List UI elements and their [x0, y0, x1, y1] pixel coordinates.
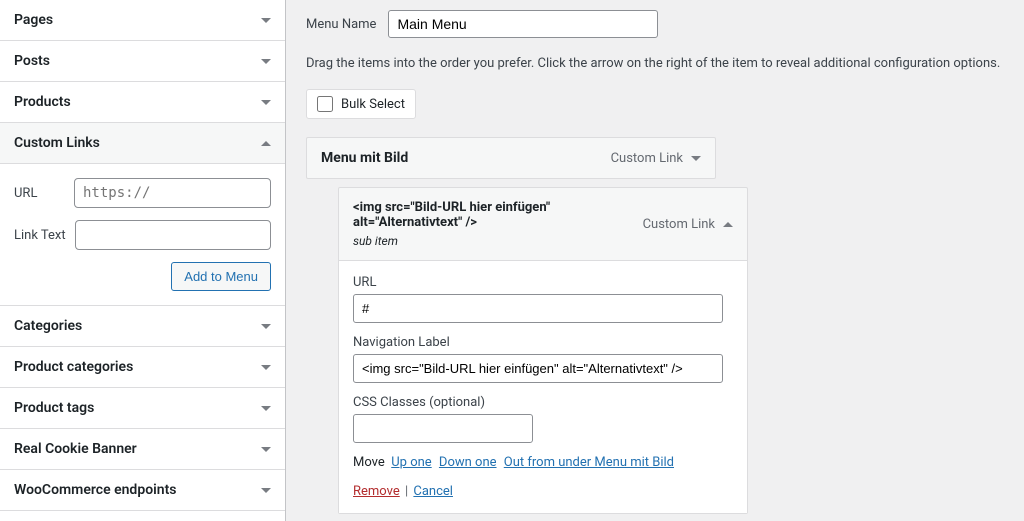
move-label: Move [353, 455, 385, 470]
sidebar: Pages Posts Products Custom Links URL Li… [0, 0, 286, 521]
accordion-products[interactable]: Products [0, 82, 285, 123]
menu-item-type: Custom Link [643, 217, 733, 232]
accordion-product-categories[interactable]: Product categories [0, 347, 285, 388]
bulk-select-control[interactable]: Bulk Select [306, 89, 416, 119]
menu-name-label: Menu Name [306, 17, 376, 32]
bulk-select-label: Bulk Select [341, 97, 405, 112]
linktext-label: Link Text [14, 228, 75, 243]
menu-item-sub: <img src="Bild-URL hier einfügen" alt="A… [338, 187, 748, 514]
menu-name-input[interactable] [388, 10, 658, 38]
main-panel: Menu Name Drag the items into the order … [286, 0, 1024, 521]
add-to-menu-button[interactable]: Add to Menu [171, 262, 271, 291]
accordion-custom-links[interactable]: Custom Links URL Link Text Add to Menu [0, 123, 285, 306]
linktext-input[interactable] [75, 220, 271, 250]
accordion-product-tags[interactable]: Product tags [0, 388, 285, 429]
action-row: Remove | Cancel [353, 484, 733, 499]
accordion-label: Posts [14, 53, 50, 69]
menu-item-parent[interactable]: Menu mit Bild Custom Link [306, 137, 716, 179]
css-field-label: CSS Classes (optional) [353, 395, 733, 410]
accordion-label: WooCommerce endpoints [14, 482, 176, 498]
url-field-label: URL [353, 275, 733, 290]
chevron-down-icon [261, 365, 271, 370]
menu-item-title: <img src="Bild-URL hier einfügen" alt="A… [353, 200, 603, 230]
menu-item-title: Menu mit Bild [321, 150, 408, 166]
accordion-real-cookie-banner[interactable]: Real Cookie Banner [0, 429, 285, 470]
instructions-text: Drag the items into the order you prefer… [306, 56, 1004, 71]
url-input[interactable] [74, 178, 271, 208]
url-label: URL [14, 186, 74, 201]
accordion-label: Categories [14, 318, 82, 334]
move-out-link[interactable]: Out from under Menu mit Bild [504, 455, 674, 470]
chevron-down-icon [261, 488, 271, 493]
accordion-posts[interactable]: Posts [0, 41, 285, 82]
bulk-select-checkbox[interactable] [317, 96, 333, 112]
chevron-down-icon [261, 100, 271, 105]
remove-link[interactable]: Remove [353, 484, 400, 499]
accordion-categories[interactable]: Categories [0, 306, 285, 347]
menu-item-body: URL Navigation Label CSS Classes (option… [339, 260, 747, 513]
navlabel-field-label: Navigation Label [353, 335, 733, 350]
accordion-label: Custom Links [14, 135, 100, 151]
accordion-label: Pages [14, 12, 53, 28]
sub-item-label: sub item [353, 234, 603, 248]
menu-item-type: Custom Link [611, 151, 701, 166]
cancel-link[interactable]: Cancel [413, 484, 453, 499]
accordion-label: Products [14, 94, 71, 110]
menu-item-sub-header[interactable]: <img src="Bild-URL hier einfügen" alt="A… [339, 188, 747, 260]
accordion-label: Real Cookie Banner [14, 441, 137, 457]
accordion-pages[interactable]: Pages [0, 0, 285, 41]
navlabel-field-input[interactable] [353, 354, 723, 383]
move-up-link[interactable]: Up one [391, 455, 431, 470]
move-row: Move Up one Down one Out from under Menu… [353, 455, 733, 470]
separator: | [405, 484, 408, 499]
chevron-down-icon [261, 447, 271, 452]
chevron-down-icon [691, 156, 701, 161]
chevron-up-icon [261, 141, 271, 146]
chevron-down-icon [261, 18, 271, 23]
accordion-label: Product categories [14, 359, 133, 375]
custom-links-body: URL Link Text Add to Menu [0, 163, 285, 305]
accordion-label: Product tags [14, 400, 94, 416]
move-down-link[interactable]: Down one [439, 455, 497, 470]
chevron-down-icon [261, 406, 271, 411]
chevron-down-icon [261, 324, 271, 329]
accordion-woocommerce-endpoints[interactable]: WooCommerce endpoints [0, 470, 285, 511]
chevron-up-icon [723, 222, 733, 227]
url-field-input[interactable] [353, 294, 723, 323]
css-field-input[interactable] [353, 414, 533, 443]
chevron-down-icon [261, 59, 271, 64]
